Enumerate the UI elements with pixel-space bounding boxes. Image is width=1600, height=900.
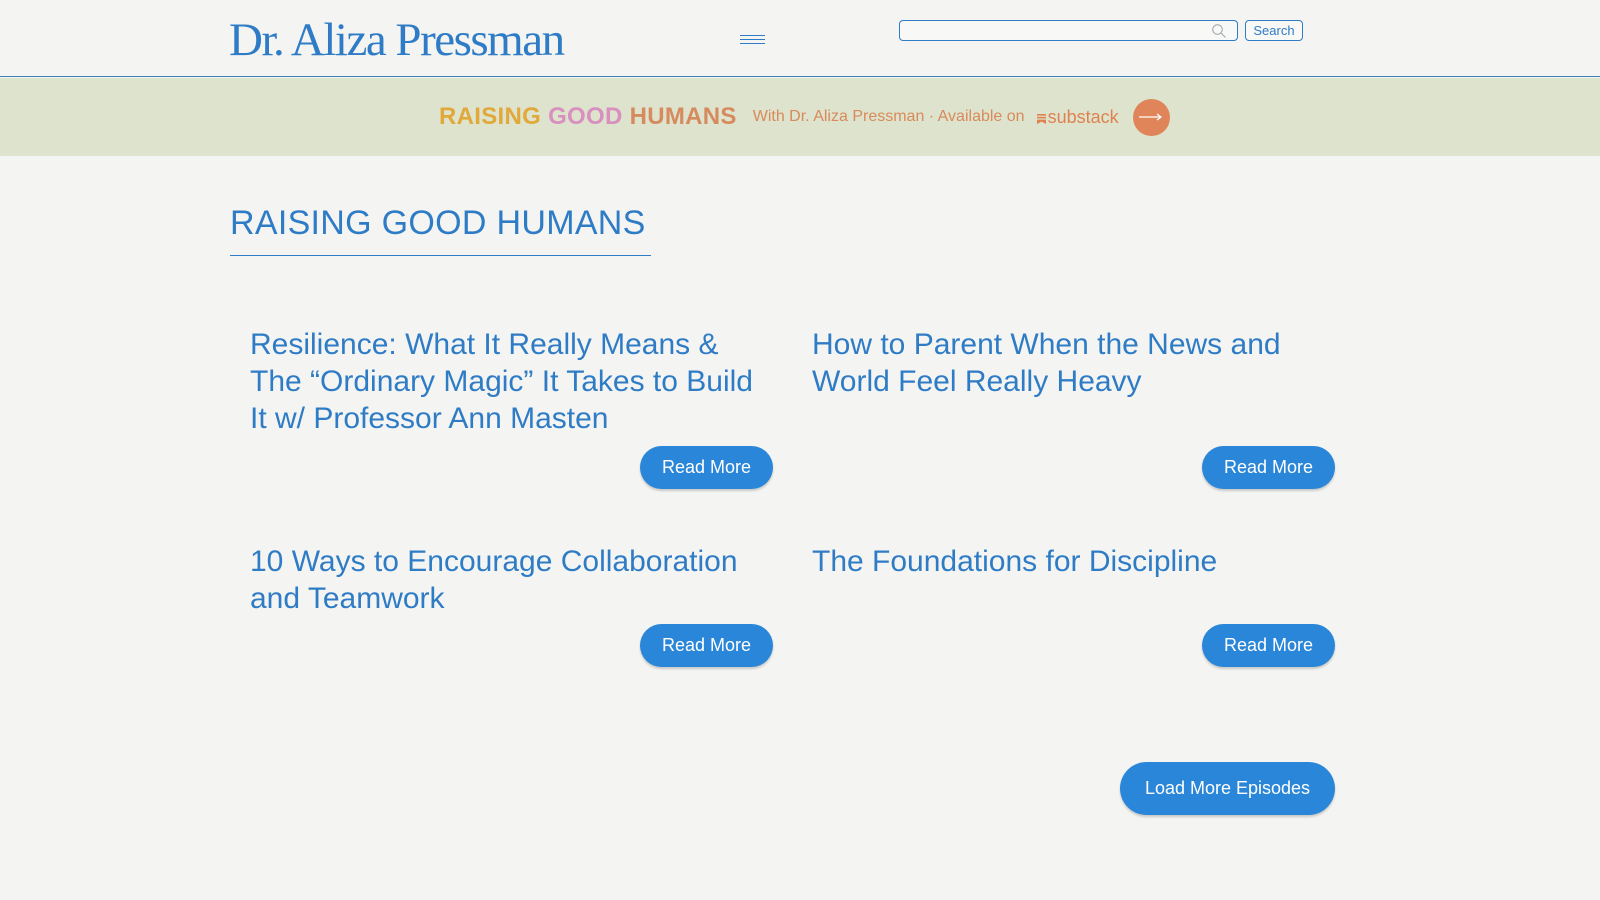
substack-wordmark: substack: [1047, 106, 1119, 127]
substack-mark-icon: [1036, 113, 1046, 124]
arrow-right-icon[interactable]: [1132, 98, 1170, 136]
hamburger-menu-icon[interactable]: [740, 33, 765, 47]
episode-title[interactable]: The Foundations for Discipline: [812, 543, 1337, 580]
search-icon: [1212, 24, 1226, 38]
episode-title[interactable]: How to Parent When the News and World Fe…: [812, 326, 1337, 400]
load-more-episodes-button[interactable]: Load More Episodes: [1120, 762, 1335, 815]
arrow-right-glyph: [1139, 113, 1163, 121]
banner-brand-word-1: RAISING: [439, 103, 542, 130]
episode-card: 10 Ways to Encourage Collaboration and T…: [250, 543, 775, 617]
banner-subtitle: With Dr. Aliza Pressman · Available on: [752, 108, 1025, 125]
search-button[interactable]: Search: [1245, 20, 1303, 41]
read-more-button[interactable]: Read More: [1202, 624, 1335, 667]
read-more-button[interactable]: Read More: [1202, 446, 1335, 489]
search-input[interactable]: [904, 22, 1204, 39]
search-field[interactable]: [899, 20, 1238, 41]
episode-title[interactable]: 10 Ways to Encourage Collaboration and T…: [250, 543, 775, 617]
substack-logo[interactable]: substack: [1036, 106, 1119, 128]
promo-banner[interactable]: RAISING GOOD HUMANS With Dr. Aliza Press…: [0, 78, 1600, 156]
title-divider: [230, 255, 651, 256]
page-title: RAISING GOOD HUMANS: [230, 204, 646, 242]
episode-card: Resilience: What It Really Means & The “…: [250, 326, 775, 437]
read-more-button[interactable]: Read More: [640, 624, 773, 667]
episode-card: How to Parent When the News and World Fe…: [812, 326, 1337, 400]
site-logo[interactable]: Dr. Aliza Pressman: [229, 12, 565, 68]
read-more-button[interactable]: Read More: [640, 446, 773, 489]
banner-brand-word-3: HUMANS: [629, 103, 737, 130]
episode-title[interactable]: Resilience: What It Really Means & The “…: [250, 326, 775, 437]
site-header: Dr. Aliza Pressman Search: [0, 0, 1600, 77]
episode-card: The Foundations for Discipline: [812, 543, 1337, 580]
banner-brand-title: RAISING GOOD HUMANS: [439, 103, 737, 131]
banner-brand-word-2: GOOD: [548, 103, 623, 130]
banner-content: RAISING GOOD HUMANS With Dr. Aliza Press…: [439, 96, 1170, 138]
